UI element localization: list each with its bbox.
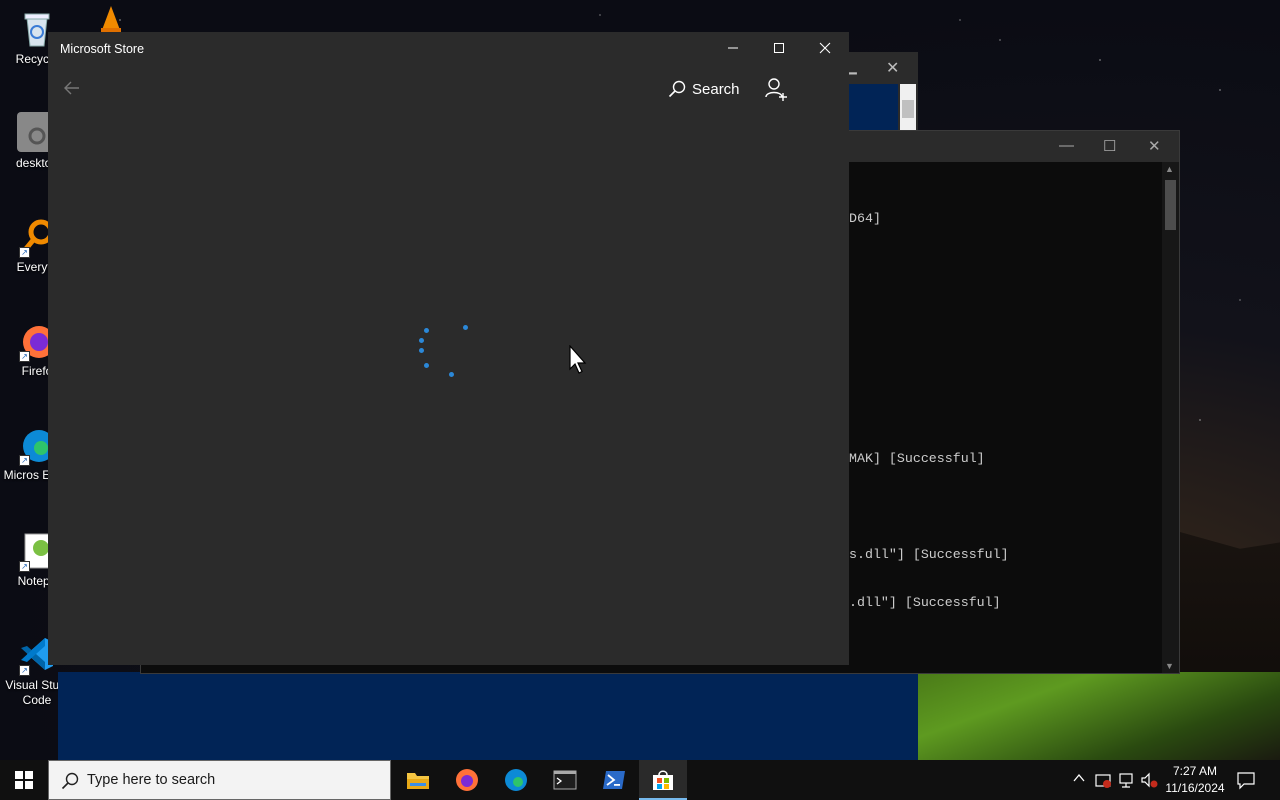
console-line: MAK] [Successful] bbox=[849, 451, 985, 466]
close-icon[interactable]: ✕ bbox=[1148, 137, 1161, 155]
spinner-dot bbox=[449, 372, 454, 377]
vlc-icon[interactable] bbox=[100, 6, 122, 32]
taskbar-app-microsoft-store[interactable] bbox=[639, 760, 687, 800]
microsoft-store-window[interactable]: Microsoft Store Search bbox=[48, 32, 849, 665]
notification-icon bbox=[1237, 772, 1255, 790]
console-line: s.dll"] [Successful] bbox=[849, 547, 1009, 562]
spinner-dot bbox=[424, 363, 429, 368]
network-icon[interactable] bbox=[1117, 771, 1135, 789]
search-label: Search bbox=[692, 80, 740, 98]
taskbar: Type here to search 7:27 AM 11/16/2024 bbox=[0, 760, 1280, 800]
spinner-dot bbox=[424, 328, 429, 333]
close-icon bbox=[819, 42, 831, 54]
console-output: D64] MAK] [Successful] s.dll"] [Successf… bbox=[849, 179, 1009, 643]
clock-date: 11/16/2024 bbox=[1165, 781, 1225, 795]
edge-icon bbox=[505, 769, 527, 791]
taskbar-app-powershell[interactable] bbox=[590, 760, 638, 800]
terminal-icon bbox=[553, 770, 577, 790]
maximize-icon[interactable]: ☐ bbox=[1103, 137, 1116, 155]
minimize-button[interactable] bbox=[710, 32, 756, 64]
console-line: .dll"] [Successful] bbox=[849, 595, 1001, 610]
console-line: D64] bbox=[849, 211, 881, 226]
add-account-icon bbox=[765, 78, 787, 101]
search-placeholder: Type here to search bbox=[87, 772, 216, 788]
maximize-button[interactable] bbox=[756, 32, 802, 64]
mouse-pointer-icon bbox=[569, 344, 589, 375]
back-button[interactable] bbox=[62, 78, 84, 100]
close-icon[interactable]: ✕ bbox=[886, 58, 899, 78]
taskbar-app-terminal[interactable] bbox=[541, 760, 589, 800]
volume-muted-icon[interactable] bbox=[1140, 771, 1158, 789]
store-titlebar[interactable]: Microsoft Store bbox=[48, 32, 849, 68]
taskbar-search-box[interactable]: Type here to search bbox=[48, 760, 391, 800]
window-title: Microsoft Store bbox=[60, 42, 145, 56]
back-arrow-icon bbox=[64, 81, 79, 95]
powershell-icon bbox=[603, 771, 625, 789]
minimize-icon bbox=[728, 47, 738, 49]
system-clock[interactable]: 7:27 AM 11/16/2024 bbox=[1160, 763, 1230, 797]
console-scrollbar[interactable]: ▲ ▼ bbox=[1162, 162, 1179, 673]
background-window[interactable]: ▁ ✕ bbox=[840, 52, 918, 132]
powershell-window-background[interactable] bbox=[58, 672, 918, 760]
desktop: Recycle desktop ↗ Everyth ↗ Firefo ↗ Mic… bbox=[0, 0, 1280, 760]
account-button[interactable] bbox=[764, 76, 790, 102]
scroll-up-icon[interactable]: ▲ bbox=[1165, 164, 1174, 174]
spinner-dot bbox=[419, 348, 424, 353]
maximize-icon bbox=[774, 43, 784, 53]
wallpaper-glow bbox=[918, 672, 1280, 760]
start-button[interactable] bbox=[0, 760, 48, 800]
loading-spinner bbox=[416, 324, 476, 384]
windows-logo-icon bbox=[15, 771, 33, 789]
scrollbar-thumb[interactable] bbox=[1165, 180, 1176, 230]
search-icon bbox=[668, 80, 686, 98]
scroll-down-icon[interactable]: ▼ bbox=[1165, 661, 1174, 671]
firefox-icon bbox=[456, 769, 478, 791]
clock-time: 7:27 AM bbox=[1172, 764, 1218, 778]
search-button[interactable]: Search bbox=[668, 76, 740, 102]
minimize-icon[interactable]: — bbox=[1059, 137, 1074, 154]
action-center-button[interactable] bbox=[1236, 770, 1256, 790]
taskbar-app-file-explorer[interactable] bbox=[394, 760, 442, 800]
store-bag-icon bbox=[653, 770, 673, 790]
close-button[interactable] bbox=[802, 32, 848, 64]
scrollbar[interactable] bbox=[900, 84, 916, 132]
taskbar-app-edge[interactable] bbox=[492, 760, 540, 800]
search-icon bbox=[61, 772, 79, 790]
spinner-dot bbox=[463, 325, 468, 330]
security-alert-icon[interactable] bbox=[1094, 771, 1112, 789]
show-hidden-icons-chevron-icon[interactable] bbox=[1070, 771, 1088, 789]
taskbar-app-firefox[interactable] bbox=[443, 760, 491, 800]
folder-icon bbox=[407, 773, 429, 789]
spinner-dot bbox=[419, 338, 424, 343]
